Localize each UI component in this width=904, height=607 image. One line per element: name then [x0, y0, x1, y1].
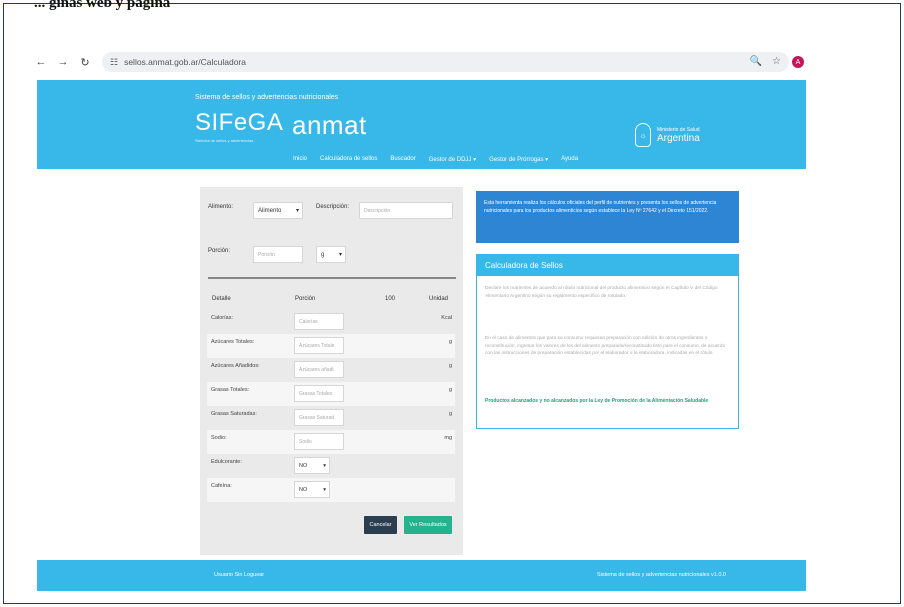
porcion-input[interactable]: Porción — [253, 246, 303, 263]
nutrient-row-grasas-saturadas: Grasas Saturadas: Grasas Saturad g — [207, 406, 455, 430]
nutrient-row-calorias: Calorías: Calorías Kcal — [207, 310, 455, 334]
unidad-select-value: g — [321, 251, 325, 258]
ley-productos-link[interactable]: Productos alcanzados y no alcanzados por… — [485, 397, 731, 405]
row-label: Grasas Totales: — [211, 387, 250, 393]
chevron-down-icon: ▾ — [323, 486, 326, 493]
cafeina-value: NO — [299, 486, 308, 493]
row-unit: Kcal — [441, 315, 452, 321]
anmat-logo[interactable]: anmat — [292, 110, 367, 141]
url-text[interactable]: sellos.anmat.gob.ar/Calculadora — [124, 57, 246, 67]
forward-icon[interactable]: → — [55, 54, 71, 70]
cafeina-select[interactable]: NO ▾ — [294, 481, 330, 498]
grasas-totales-input[interactable]: Grasas Totales — [294, 385, 344, 402]
nav-ayuda[interactable]: Ayuda — [561, 156, 578, 163]
main-nav: Inicio Calculadora de sellos Buscador Ge… — [293, 156, 578, 163]
azucares-anadidos-input[interactable]: Azúcares añadi — [294, 361, 344, 378]
sifega-logo[interactable]: SIFeGA — [195, 109, 283, 137]
sifega-logo-subtitle: Sistema de sellos y advertencias — [195, 138, 254, 143]
alimento-select[interactable]: Alimento ▾ — [253, 202, 303, 219]
ministry-country: Argentina — [657, 132, 700, 144]
nutrient-row-azucares-anadidos: Azúcares Añadidos: Azúcares añadi g — [207, 358, 455, 382]
edulcorante-select[interactable]: NO ▾ — [294, 457, 330, 474]
view-results-button[interactable]: Ver Resultados — [404, 516, 452, 534]
ministry-logo[interactable]: ☼ Ministerio de Salud Argentina — [635, 123, 700, 147]
cancel-button[interactable]: Cancelar — [364, 516, 397, 534]
browser-toolbar: ← → ↻ ☷ sellos.anmat.gob.ar/Calculadora … — [33, 50, 806, 74]
row-label: Grasas Saturadas: — [211, 411, 257, 417]
calculator-info-card: Calculadora de Sellos Declare los nutrie… — [476, 254, 739, 429]
row-unit: g — [448, 339, 452, 345]
site-info-icon[interactable]: ☷ — [110, 57, 118, 68]
nutrient-row-sodio: Sodio: Sodio mg — [207, 430, 455, 454]
header-tagline: Sistema de sellos y advertencias nutrici… — [195, 94, 339, 101]
row-label: Azúcares Totales: — [211, 339, 255, 345]
nutrient-row-grasas-totales: Grasas Totales: Grasas Totales g — [207, 382, 455, 406]
card-paragraph-2: En el caso de alimentos que para su cons… — [485, 336, 726, 356]
row-unit: g — [448, 363, 452, 369]
descripcion-input[interactable]: Descripción — [359, 202, 453, 219]
site-footer: Usuario Sin Loguear Sistema de sellos y … — [37, 560, 806, 591]
bookmark-star-icon[interactable]: ☆ — [772, 56, 781, 67]
nutrient-row-azucares-totales: Azúcares Totales: Azúcares Totale g — [207, 334, 455, 358]
edulcorante-value: NO — [299, 462, 308, 469]
info-banner: Esta herramienta realiza los cálculos of… — [476, 191, 739, 243]
nav-gestor-ddjj[interactable]: Gestor de DDJJ ▾ — [429, 156, 476, 163]
card-paragraph-1: Declare los nutrientes de acuerdo al rót… — [485, 286, 718, 299]
row-label: Calorías: — [211, 315, 234, 321]
unidad-select[interactable]: g ▾ — [316, 246, 346, 263]
row-label: Edulcorante: — [211, 459, 242, 465]
user-status: Usuario Sin Loguear — [214, 572, 265, 578]
card-title: Calculadora de Sellos — [477, 255, 738, 276]
caption-cut: ... ginas web y pagina — [34, 0, 171, 11]
row-label: Azúcares Añadidos: — [211, 363, 260, 369]
chevron-down-icon: ▾ — [295, 208, 299, 214]
chevron-down-icon: ▾ — [338, 252, 342, 258]
nav-gestor-prorrogas[interactable]: Gestor de Prórrogas ▾ — [489, 156, 548, 163]
back-icon[interactable]: ← — [33, 54, 49, 70]
nav-calculadora[interactable]: Calculadora de sellos — [320, 156, 377, 163]
header-unidad: Unidad — [429, 296, 449, 302]
nav-inicio[interactable]: Inicio — [293, 156, 307, 163]
header-100: 100 — [385, 296, 396, 302]
row-label: Cafeína: — [211, 483, 232, 489]
system-version: Sistema de sellos y advertencias nutrici… — [596, 572, 726, 578]
porcion-label: Porción: — [208, 248, 231, 254]
chevron-down-icon: ▾ — [323, 462, 326, 469]
alimento-label: Alimento: — [208, 204, 234, 210]
row-cafeina: Cafeína: NO ▾ — [207, 478, 455, 502]
site-header: Sistema de sellos y advertencias nutrici… — [37, 80, 806, 169]
header-detalle: Detalle — [212, 296, 231, 302]
azucares-totales-input[interactable]: Azúcares Totale — [294, 337, 344, 354]
row-unit: g — [448, 411, 452, 417]
zoom-icon[interactable]: 🔍 — [750, 56, 762, 67]
header-porcion: Porción — [295, 296, 316, 302]
row-unit: g — [448, 387, 452, 393]
row-edulcorante: Edulcorante: NO ▾ — [207, 454, 455, 478]
reload-icon[interactable]: ↻ — [77, 54, 93, 70]
nav-buscador[interactable]: Buscador — [390, 156, 415, 163]
sodio-input[interactable]: Sodio — [294, 433, 344, 450]
national-seal-icon: ☼ — [635, 123, 651, 147]
profile-avatar[interactable]: A — [792, 56, 804, 68]
row-unit: mg — [444, 435, 452, 441]
alimento-select-value: Alimento — [258, 207, 282, 214]
descripcion-label: Descripción: — [316, 204, 350, 210]
address-bar[interactable]: ☷ sellos.anmat.gob.ar/Calculadora 🔍 ☆ — [102, 52, 789, 72]
row-label: Sodio: — [211, 435, 227, 441]
grasas-saturadas-input[interactable]: Grasas Saturad — [294, 409, 344, 426]
calorias-input[interactable]: Calorías — [294, 313, 344, 330]
form-divider — [208, 277, 456, 279]
